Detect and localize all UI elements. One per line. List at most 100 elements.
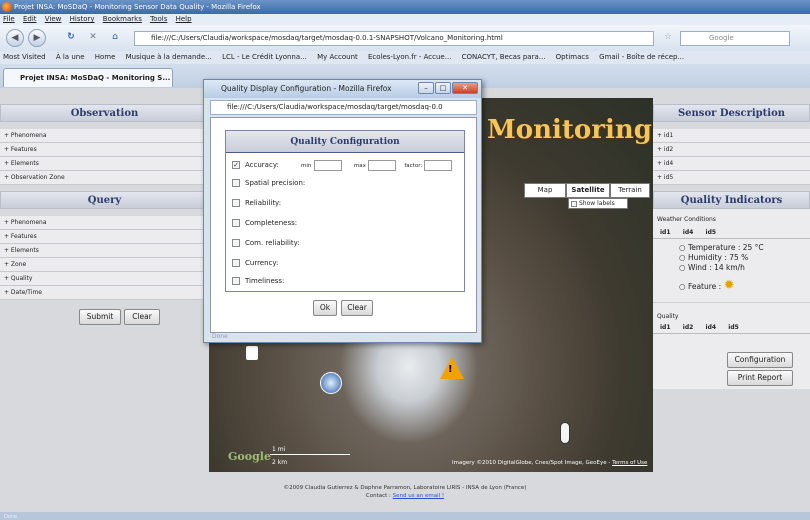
sensor-item[interactable]: + id5: [653, 171, 810, 185]
query-item[interactable]: + Elements: [0, 244, 209, 258]
menu-file[interactable]: File: [3, 15, 15, 23]
bookmark-7[interactable]: CONACYT, Becas para...: [462, 53, 546, 61]
reliability-checkbox[interactable]: [232, 199, 240, 207]
weather-tab-id5[interactable]: id5: [701, 229, 722, 236]
map-type-map-button[interactable]: Map: [524, 183, 566, 198]
scale-miles: 1 mi: [272, 446, 286, 453]
weather-tab-id4[interactable]: id4: [678, 229, 699, 236]
query-item[interactable]: + Date/Time: [0, 286, 209, 300]
close-icon[interactable]: ✕: [452, 82, 478, 94]
com-reliability-checkbox[interactable]: [232, 239, 240, 247]
bookmark-9[interactable]: Gmail - Boîte de récep...: [599, 53, 684, 61]
bookmark-4[interactable]: LCL - Le Crédit Lyonna...: [222, 53, 307, 61]
menu-history[interactable]: History: [70, 15, 95, 23]
spatial-precision-checkbox[interactable]: [232, 179, 240, 187]
quality-label: Quality: [653, 302, 810, 320]
quality-tab-id1[interactable]: id1: [655, 324, 676, 331]
star-bookmark-icon[interactable]: ☆: [664, 32, 672, 42]
currency-label: Currency:: [245, 259, 279, 267]
com-reliability-label: Com. reliability:: [245, 239, 300, 247]
map-type-terrain-button[interactable]: Terrain: [610, 183, 650, 198]
sensor-item[interactable]: + id1: [653, 129, 810, 143]
bookmark-0[interactable]: Most Visited: [3, 53, 46, 61]
status-text: Done: [4, 514, 18, 520]
show-labels-label: Show labels: [579, 200, 615, 207]
forward-icon[interactable]: ▶: [28, 29, 46, 47]
currency-checkbox[interactable]: [232, 259, 240, 267]
completeness-label: Completeness:: [245, 219, 298, 227]
show-labels-toggle[interactable]: Show labels: [568, 198, 628, 209]
query-clear-button[interactable]: Clear: [124, 309, 160, 325]
configuration-button[interactable]: Configuration: [727, 352, 793, 368]
menu-help[interactable]: Help: [176, 15, 192, 23]
email-link[interactable]: Send us an email !: [393, 493, 444, 499]
quality-config-heading: Quality Configuration: [226, 131, 464, 153]
show-labels-checkbox[interactable]: [571, 200, 577, 207]
query-item[interactable]: + Quality: [0, 272, 209, 286]
reliability-label: Reliability:: [245, 199, 282, 207]
accuracy-max-input[interactable]: [368, 159, 397, 171]
submit-button[interactable]: Submit: [79, 309, 121, 325]
status-bar: Done: [0, 512, 810, 520]
search-input[interactable]: Google: [680, 31, 790, 46]
minimize-icon[interactable]: –: [418, 82, 434, 94]
menu-edit[interactable]: Edit: [23, 15, 37, 23]
thermometer-icon[interactable]: [560, 422, 570, 444]
observation-item[interactable]: + Phenomena: [0, 129, 209, 143]
observation-item[interactable]: + Elements: [0, 157, 209, 171]
query-item[interactable]: + Features: [0, 230, 209, 244]
accuracy-min-input[interactable]: [313, 159, 342, 171]
page-banner-title: Monitoring: [487, 115, 652, 145]
accuracy-factor-input[interactable]: [424, 159, 453, 171]
map-pin-icon[interactable]: [246, 346, 258, 360]
weather-tab-id1[interactable]: id1: [655, 229, 676, 236]
print-report-button[interactable]: Print Report: [727, 370, 793, 386]
bookmark-2[interactable]: Home: [95, 53, 116, 61]
humidity-value: ○ Humidity : 75 %: [679, 253, 749, 262]
back-icon[interactable]: ◀: [6, 29, 24, 47]
reload-icon[interactable]: ↻: [62, 29, 80, 47]
max-label: max: [353, 163, 366, 169]
query-item[interactable]: + Zone: [0, 258, 209, 272]
sensor-item[interactable]: + id4: [653, 157, 810, 171]
maximize-icon[interactable]: □: [435, 82, 451, 94]
menu-tools[interactable]: Tools: [150, 15, 167, 23]
quality-tab-id4[interactable]: id4: [701, 324, 722, 331]
sensor-globe-icon[interactable]: [320, 372, 342, 394]
dialog-clear-button[interactable]: Clear: [341, 300, 373, 316]
dialog-title: Quality Display Configuration - Mozilla …: [221, 84, 392, 93]
timeliness-row: Timeliness:: [232, 273, 462, 289]
accuracy-label: Accuracy:: [245, 161, 279, 169]
dialog-status: Done: [212, 333, 228, 340]
bookmark-3[interactable]: Musique à la demande...: [126, 53, 212, 61]
terms-link[interactable]: Terms of Use: [612, 460, 647, 466]
quality-tab-id5[interactable]: id5: [723, 324, 744, 331]
bookmark-1[interactable]: À la une: [56, 53, 85, 61]
quality-tab-id2[interactable]: id2: [678, 324, 699, 331]
observation-item[interactable]: + Features: [0, 143, 209, 157]
feature-text: Feature :: [687, 282, 722, 291]
url-bar[interactable]: file:///C:/Users/Claudia/workspace/mosda…: [134, 31, 654, 46]
menu-view[interactable]: View: [45, 15, 62, 23]
menu-bookmarks[interactable]: Bookmarks: [103, 15, 142, 23]
accuracy-row: ✓ Accuracy: min max factor:: [232, 157, 462, 173]
search-placeholder: Google: [709, 34, 734, 42]
timeliness-checkbox[interactable]: [232, 277, 240, 285]
wind-value: ○ Wind : 14 km/h: [679, 263, 745, 272]
stop-icon[interactable]: ✕: [84, 29, 102, 47]
completeness-checkbox[interactable]: [232, 219, 240, 227]
bookmark-8[interactable]: Optimacs: [556, 53, 589, 61]
bookmark-6[interactable]: Ecoles-Lyon.fr - Accue...: [368, 53, 451, 61]
home-icon[interactable]: ⌂: [106, 29, 124, 47]
observation-item[interactable]: + Observation Zone: [0, 171, 209, 185]
bookmark-5[interactable]: My Account: [317, 53, 358, 61]
query-item[interactable]: + Phenomena: [0, 216, 209, 230]
accuracy-checkbox[interactable]: ✓: [232, 161, 240, 169]
ok-button[interactable]: Ok: [313, 300, 337, 316]
footer-copyright: ©2009 Claudia Gutierrez & Daphne Parramo…: [283, 485, 527, 491]
sensor-item[interactable]: + id2: [653, 143, 810, 157]
tab-active[interactable]: Projet INSA: MoSDaQ - Monitoring S...: [3, 68, 173, 87]
spatial-precision-label: Spatial precision:: [245, 179, 306, 187]
dialog-url-bar[interactable]: file:///C:/Users/Claudia/workspace/mosda…: [210, 100, 477, 115]
map-type-satellite-button[interactable]: Satellite: [566, 183, 610, 198]
